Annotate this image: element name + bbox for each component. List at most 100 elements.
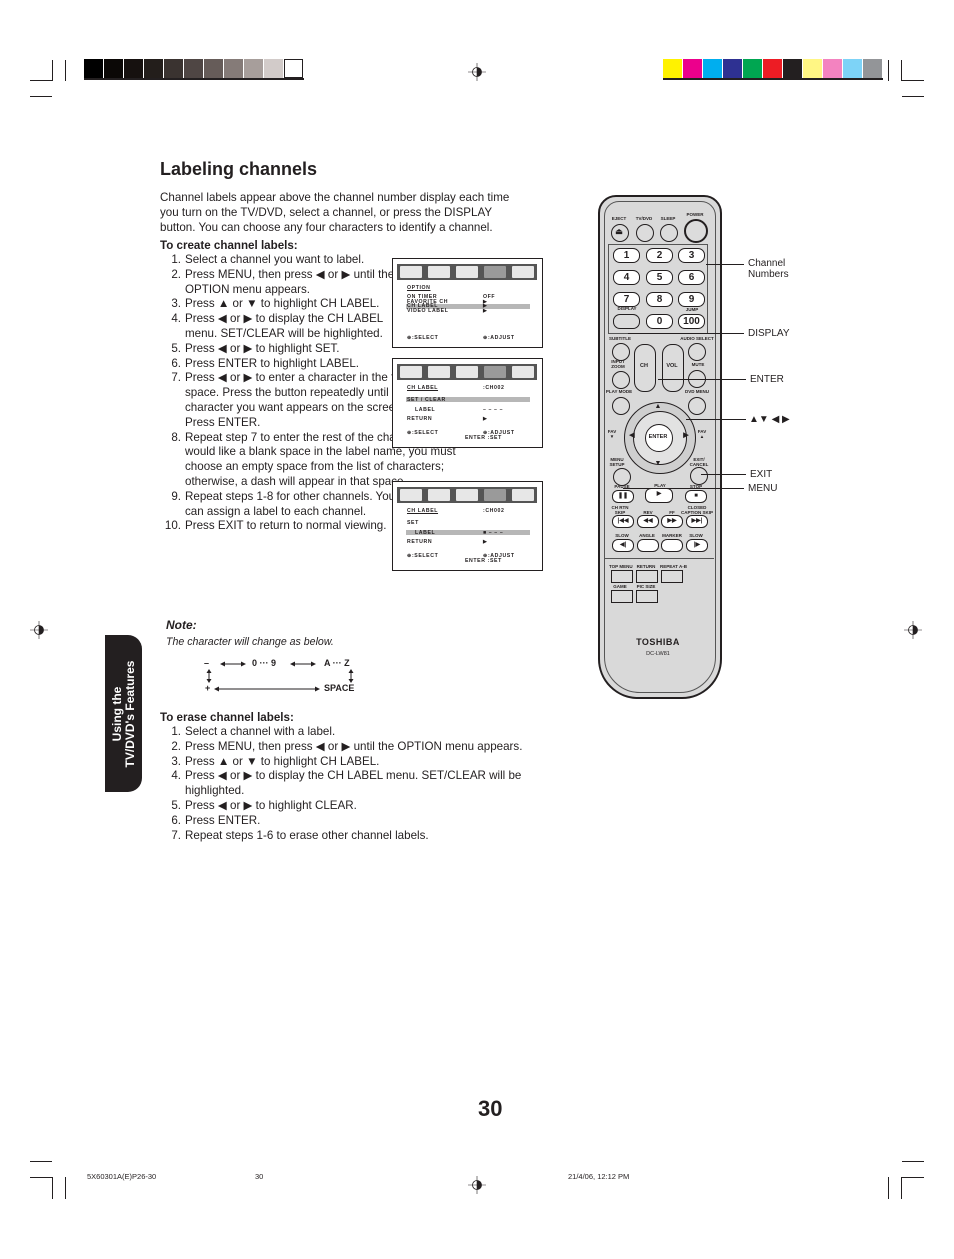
exit-cancel-button[interactable] (690, 467, 708, 485)
crop-mark (902, 96, 924, 97)
ff-button[interactable]: ▶▶ (661, 515, 683, 528)
menu-setup-label: MENU SETUP (609, 457, 625, 467)
crop-mark (65, 1177, 66, 1199)
stop-button[interactable]: ■ (685, 490, 707, 503)
footer-timestamp: 21/4/06, 12:12 PM (568, 1172, 630, 1181)
osd-screen-ch-label-set-clear: CH LABEL:CH002 SET / CLEAR LABEL – – – – RET… (392, 358, 543, 448)
osd-footer-left: ⊕:SELECT (407, 553, 438, 559)
slow-forward-button[interactable]: |▶ (686, 539, 708, 552)
step-item: 7. Press ◀ or ▶ to enter a character in t… (160, 371, 415, 430)
power-button[interactable] (684, 219, 708, 243)
ch-rtn-skip-button[interactable]: |◀◀ (612, 515, 634, 528)
step-text: Press MENU, then press ◀ or ▶ until the … (185, 739, 523, 753)
step-number: 1. (171, 253, 181, 266)
step-text: Repeat steps 1-6 to erase other channel … (185, 828, 429, 842)
cc-skip-button[interactable]: ▶▶| (686, 515, 708, 528)
grayscale-swatch (164, 59, 183, 78)
step-number: 3. (171, 297, 181, 311)
right-arrow-icon: ▶ (683, 432, 689, 439)
grayscale-swatch (204, 59, 223, 78)
osd-footer-enter: ENTER :SET (465, 558, 502, 564)
play-mode-button[interactable] (612, 397, 630, 415)
lock-icon (512, 366, 534, 378)
step-text: Repeat steps 1-8 for other channels. You… (185, 489, 396, 518)
option-icon (484, 366, 506, 378)
game-label: GAME (613, 584, 627, 589)
tv-dvd-button[interactable] (636, 224, 654, 242)
step-item: 6. Press ENTER. (160, 814, 560, 829)
audio-icon (428, 266, 450, 278)
number-button-9[interactable]: 9 (678, 292, 705, 307)
step-text: Press ◀ or ▶ to highlight CLEAR. (185, 798, 357, 812)
number-button-1[interactable]: 1 (613, 248, 640, 263)
callout-line (701, 474, 746, 475)
angle-button[interactable] (637, 539, 659, 552)
callout-exit: EXIT (750, 469, 773, 480)
osd-footer-right: ⊕:ADJUST (483, 335, 515, 341)
registration-mark-icon (468, 63, 486, 81)
crop-mark (30, 1161, 52, 1162)
pic-size-button[interactable] (636, 590, 658, 603)
number-button-100[interactable]: 100 (678, 314, 705, 329)
fav-up-label: FAV ▲ (697, 429, 707, 439)
callout-line (658, 379, 746, 380)
diagram-space: SPACE (324, 683, 355, 693)
dvd-menu-button[interactable] (688, 397, 706, 415)
number-button-6[interactable]: 6 (678, 270, 705, 285)
closed-caption-skip-label: CLOSED CAPTION SKIP (680, 505, 713, 515)
step-number: 1. (171, 725, 181, 738)
number-button-4[interactable]: 4 (613, 270, 640, 285)
osd-row-label: VIDEO LABEL (407, 307, 449, 314)
crop-mark (902, 80, 924, 81)
repeat-ab-button[interactable] (661, 570, 683, 583)
display-button[interactable] (613, 314, 640, 329)
rev-button[interactable]: ◀◀ (637, 515, 659, 528)
osd-footer-select: :SELECT (411, 553, 439, 559)
option-icon (484, 489, 506, 501)
number-button-0[interactable]: 0 (646, 314, 673, 329)
osd-footer-adjust: :ADJUST (487, 335, 515, 341)
number-button-3[interactable]: 3 (678, 248, 705, 263)
slow-forward-label: SLOW (689, 533, 703, 538)
picture-icon (400, 489, 422, 501)
marker-button[interactable] (661, 539, 683, 552)
vertical-double-arrow-icon (348, 669, 354, 683)
crop-mark (30, 80, 52, 81)
slow-reverse-button[interactable]: ◀| (612, 539, 634, 552)
game-button[interactable] (611, 590, 633, 603)
osd-heading: OPTION (407, 285, 431, 291)
step-item: 4. Press ◀ or ▶ to display the CH LABEL m… (160, 312, 415, 342)
step-number: 9. (171, 489, 181, 503)
return-button[interactable] (636, 570, 658, 583)
color-swatch (843, 59, 862, 78)
crop-mark (30, 1177, 52, 1178)
sleep-button[interactable] (660, 224, 678, 242)
callout-line (628, 333, 744, 334)
number-button-8[interactable]: 8 (646, 292, 673, 307)
step-text: Select a channel you want to label. (185, 253, 365, 266)
page-number: 30 (478, 1096, 503, 1121)
return-label: RETURN (636, 564, 656, 569)
input-zoom-button[interactable] (612, 371, 630, 389)
audio-select-button[interactable] (688, 343, 706, 361)
step-item: 3. Press ▲ or ▼ to highlight CH LABEL. (160, 297, 415, 312)
play-button[interactable]: ▶ (645, 488, 673, 503)
crop-mark (888, 60, 889, 81)
number-button-5[interactable]: 5 (646, 270, 673, 285)
registration-mark-icon (30, 621, 48, 639)
erase-steps-list: 1. Select a channel with a label. 2. Press … (160, 725, 560, 843)
eject-label: EJECT (611, 216, 627, 221)
osd-row-label: RETURN (407, 539, 433, 545)
callout-line (623, 488, 744, 489)
section-side-tab: Using the TV/DVD's Features (105, 635, 142, 792)
page-title: Labeling channels (160, 159, 318, 179)
number-button-2[interactable]: 2 (646, 248, 673, 263)
osd-menu-icon-bar (397, 364, 537, 380)
osd-row-value: ■ – – – (483, 530, 504, 536)
number-button-7[interactable]: 7 (613, 292, 640, 307)
step-number: 7. (171, 371, 181, 385)
top-menu-button[interactable] (611, 570, 633, 583)
color-swatch (703, 59, 722, 78)
pause-button[interactable]: ❚❚ (612, 490, 634, 503)
osd-row-label: LABEL (415, 407, 436, 413)
